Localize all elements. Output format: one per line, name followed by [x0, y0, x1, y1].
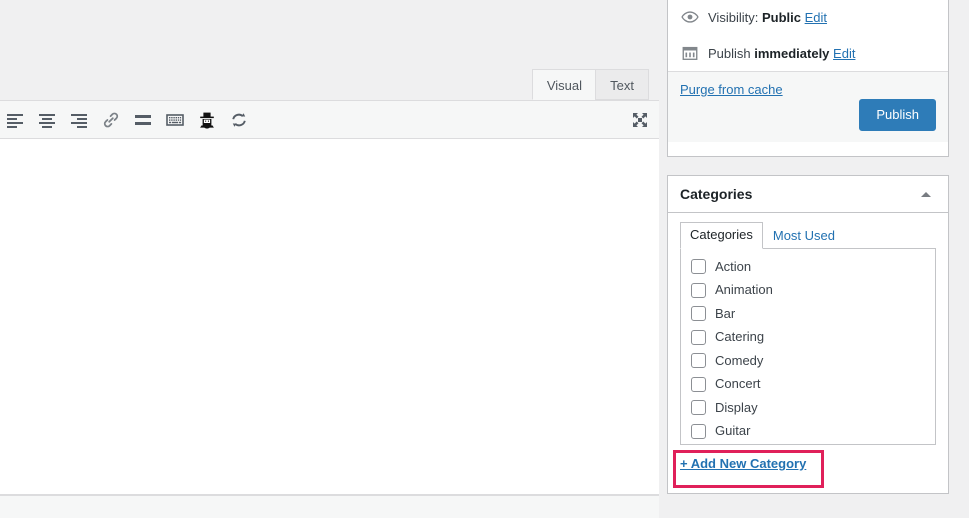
publish-button[interactable]: Publish: [859, 99, 936, 131]
category-checkbox[interactable]: [691, 353, 706, 369]
categories-tablist: Categories Most Used: [680, 222, 936, 249]
spam-hat-icon[interactable]: [192, 105, 222, 135]
list-item[interactable]: Action: [681, 255, 935, 279]
list-item[interactable]: Catering: [681, 326, 935, 350]
visibility-label: Visibility:: [708, 9, 759, 25]
align-center-icon[interactable]: [32, 105, 62, 135]
chevron-up-icon[interactable]: [916, 184, 936, 204]
visibility-value: Public: [761, 9, 801, 25]
align-left-icon[interactable]: [0, 105, 30, 135]
list-item[interactable]: Bar: [681, 302, 935, 326]
editor-content-area[interactable]: [0, 139, 659, 495]
insert-link-icon[interactable]: [96, 105, 126, 135]
distraction-free-icon[interactable]: [625, 105, 655, 135]
purge-from-cache-link[interactable]: Purge from cache: [680, 82, 783, 97]
category-label: Bar: [715, 305, 736, 321]
category-checkbox[interactable]: [691, 282, 706, 298]
sync-refresh-icon[interactable]: [224, 105, 254, 135]
category-checkbox[interactable]: [691, 259, 706, 275]
editor-toolbar: [0, 101, 659, 139]
categories-body: Categories Most Used Action Animation Ba…: [668, 213, 948, 484]
category-label: Catering: [715, 329, 765, 345]
add-new-category-wrap: + Add New Category: [680, 455, 806, 472]
categories-title: Categories: [680, 186, 753, 202]
tab-visual[interactable]: Visual: [531, 69, 597, 100]
editor-mode-tabs: Visual Text: [0, 69, 659, 101]
category-label: Guitar: [715, 423, 751, 439]
category-label: Display: [715, 399, 758, 415]
category-checkbox[interactable]: [691, 400, 706, 416]
list-item[interactable]: Concert: [681, 373, 935, 397]
tab-most-used[interactable]: Most Used: [763, 223, 845, 249]
editor-column: Visual Text: [0, 0, 659, 518]
editor-status-bar: [0, 495, 659, 518]
list-item[interactable]: Comedy: [681, 349, 935, 373]
visibility-row: Visibility: Public Edit: [668, 0, 948, 35]
category-checkbox[interactable]: [691, 329, 706, 345]
align-right-icon[interactable]: [64, 105, 94, 135]
category-checkbox[interactable]: [691, 376, 706, 392]
list-item[interactable]: Display: [681, 396, 935, 420]
category-label: Concert: [715, 376, 761, 392]
calendar-icon: [680, 43, 700, 63]
category-checkbox[interactable]: [691, 306, 706, 322]
read-more-icon[interactable]: [128, 105, 158, 135]
add-new-category-link[interactable]: + Add New Category: [680, 455, 806, 472]
category-label: Comedy: [715, 352, 764, 368]
sidebar-column: Visibility: Public Edit Publish immediat…: [667, 0, 969, 518]
tab-all-categories[interactable]: Categories: [680, 222, 763, 249]
category-label: Animation: [715, 282, 773, 298]
visibility-text: Visibility: Public Edit: [708, 10, 827, 25]
categories-postbox: Categories Categories Most Used Action A…: [667, 175, 949, 494]
publish-schedule-text: Publish immediately Edit: [708, 46, 855, 61]
keyboard-shortcuts-icon[interactable]: [160, 105, 190, 135]
tab-text[interactable]: Text: [595, 69, 649, 100]
visibility-edit-link[interactable]: Edit: [805, 10, 827, 25]
publish-schedule-row: Publish immediately Edit: [668, 35, 948, 71]
categories-header: Categories: [668, 176, 948, 213]
publish-actions: Purge from cache Publish: [668, 72, 948, 142]
publish-postbox: Visibility: Public Edit Publish immediat…: [667, 0, 949, 157]
publish-value: immediately: [754, 45, 830, 61]
wordpress-post-editor-screen: Visual Text Visibility: Public Edit Publ…: [0, 0, 969, 518]
category-checkbox[interactable]: [691, 423, 706, 439]
eye-icon: [680, 7, 700, 27]
publish-edit-link[interactable]: Edit: [833, 46, 855, 61]
categories-checklist[interactable]: Action Animation Bar Catering Comedy Con…: [680, 248, 936, 445]
chevron-up-glyph: [921, 191, 931, 197]
publish-label: Publish: [708, 45, 751, 61]
list-item[interactable]: Guitar: [681, 420, 935, 444]
list-item[interactable]: Animation: [681, 279, 935, 303]
category-label: Action: [715, 258, 752, 274]
